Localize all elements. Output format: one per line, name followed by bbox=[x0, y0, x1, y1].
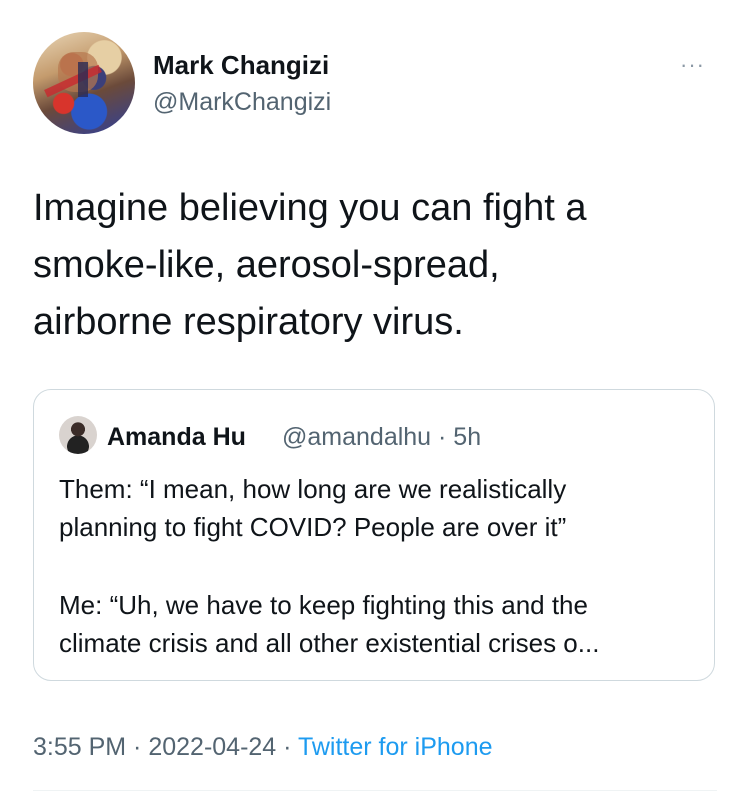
author-display-name[interactable]: Mark Changizi bbox=[153, 50, 329, 81]
separator: · bbox=[276, 733, 298, 761]
quoted-tweet-text: Them: “I mean, how long are we realistic… bbox=[59, 470, 699, 662]
quoted-author-avatar bbox=[59, 416, 97, 454]
more-options-icon[interactable]: ··· bbox=[680, 52, 705, 78]
quoted-tweet-card[interactable]: Amanda Hu @amandalhu · 5h Them: “I mean,… bbox=[33, 389, 715, 681]
quoted-text-line: planning to fight COVID? People are over… bbox=[59, 512, 567, 542]
divider bbox=[33, 790, 717, 791]
quoted-author-name: Amanda Hu bbox=[107, 423, 246, 451]
quoted-text-line: Me: “Uh, we have to keep fighting this a… bbox=[59, 590, 588, 620]
quoted-text-line: Them: “I mean, how long are we realistic… bbox=[59, 474, 567, 504]
tweet-line: airborne respiratory virus. bbox=[33, 301, 464, 343]
tweet-text: Imagine believing you can fight a smoke-… bbox=[33, 180, 713, 351]
tweet-source-link[interactable]: Twitter for iPhone bbox=[298, 733, 493, 761]
quoted-author-handle-time: @amandalhu · 5h bbox=[282, 423, 482, 451]
tweet-line: Imagine believing you can fight a bbox=[33, 187, 587, 229]
tweet-date[interactable]: 2022-04-24 bbox=[148, 733, 276, 761]
quoted-text-line: climate crisis and all other existential… bbox=[59, 628, 600, 658]
separator: · bbox=[126, 733, 149, 761]
tweet-line: smoke-like, aerosol-spread, bbox=[33, 244, 500, 286]
tweet-time[interactable]: 3:55 PM bbox=[33, 733, 126, 761]
author-handle[interactable]: @MarkChangizi bbox=[153, 88, 331, 117]
author-avatar[interactable] bbox=[33, 32, 135, 134]
avatar-paint-stroke bbox=[78, 62, 88, 97]
tweet-metadata: 3:55 PM · 2022-04-24 · Twitter for iPhon… bbox=[33, 733, 493, 762]
